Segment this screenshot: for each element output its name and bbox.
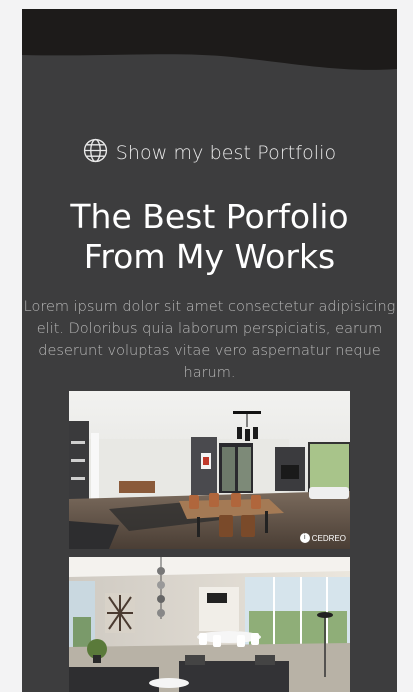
- section-title-line-1: The Best Porfolio: [70, 197, 349, 236]
- section-eyebrow: Show my best Portfolio: [22, 138, 397, 168]
- interior-living-photo: [69, 557, 350, 692]
- interior-dining-photo: [69, 391, 350, 549]
- portfolio-image-1[interactable]: i CEDREO: [69, 391, 350, 549]
- eyebrow-text: Show my best Portfolio: [115, 142, 337, 164]
- globe-icon: [83, 138, 108, 168]
- section-title: The Best Porfolio From My Works: [22, 197, 397, 277]
- section-title-line-2: From My Works: [83, 237, 336, 276]
- section-description: Lorem ipsum dolor sit amet consectetur a…: [23, 299, 396, 381]
- info-icon: i: [299, 533, 310, 543]
- portfolio-image-2[interactable]: [69, 557, 350, 692]
- header-wave: [22, 9, 397, 70]
- watermark-text: CEDREO: [311, 533, 346, 543]
- portfolio-section: Show my best Portfolio The Best Porfolio…: [22, 9, 397, 692]
- photo-watermark: i CEDREO: [299, 533, 346, 543]
